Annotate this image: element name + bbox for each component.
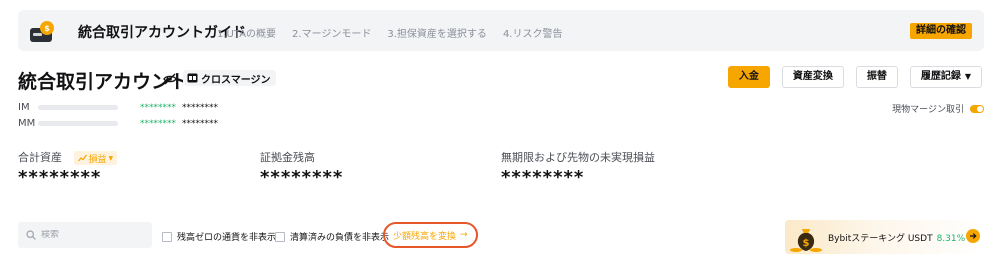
promo-rate: 8.31% bbox=[936, 234, 966, 244]
convert-button[interactable]: 資産変換 bbox=[781, 66, 844, 88]
promo-go-button[interactable] bbox=[966, 229, 980, 243]
mm-label: MM bbox=[18, 118, 36, 129]
margin-balance-label: 証拠金残高 bbox=[260, 151, 315, 164]
unrealized-pnl-label: 無期限および先物の未実現損益 bbox=[501, 151, 655, 164]
unrealized-pnl-value: ******** bbox=[501, 167, 585, 188]
hide-settled-checkbox[interactable] bbox=[275, 231, 285, 242]
total-assets-label: 合計資産 bbox=[18, 151, 62, 164]
promo-text: Bybitステーキング USDT 8.31% bbox=[828, 231, 965, 244]
spot-margin-toggle[interactable] bbox=[970, 104, 984, 113]
deposit-button[interactable]: 入金 bbox=[727, 66, 770, 88]
transfer-button[interactable]: 振替 bbox=[855, 66, 898, 88]
total-assets-value: ******** bbox=[18, 167, 102, 188]
mm-row: MM ******** ******** bbox=[18, 118, 218, 129]
hide-zero-checkbox[interactable] bbox=[162, 231, 172, 242]
im-progress-bar bbox=[38, 105, 118, 110]
im-value: ******** bbox=[140, 102, 176, 113]
guide-banner: $ 統合取引アカウントガイド 1.UTAの概要 2.マージンモード 3.担保資産… bbox=[18, 10, 984, 51]
margin-mode-icon bbox=[187, 73, 198, 83]
guide-steps: 1.UTAの概要 2.マージンモード 3.担保資産を選択する 4.リスク警告 bbox=[217, 25, 562, 40]
guide-step-3[interactable]: 3.担保資産を選択する bbox=[387, 25, 487, 40]
search-input[interactable] bbox=[41, 230, 141, 240]
guide-step-4[interactable]: 4.リスク警告 bbox=[503, 25, 563, 40]
hide-settled-label: 清算済みの負債を非表示 bbox=[290, 233, 390, 243]
guide-coin-icon: $ bbox=[30, 21, 54, 42]
mm-value: ******** bbox=[140, 118, 176, 129]
history-button[interactable]: 履歴記録 ▼ bbox=[909, 66, 982, 88]
search-box[interactable] bbox=[18, 222, 152, 248]
hide-balance-icon[interactable] bbox=[163, 73, 177, 85]
im-amount: ******** bbox=[182, 102, 218, 113]
margin-balance-value: ******** bbox=[260, 167, 344, 188]
hide-zero-label: 残高ゼロの通貨を非表示 bbox=[177, 233, 277, 243]
svg-text:$: $ bbox=[44, 24, 50, 33]
staking-promo-banner[interactable]: $ Bybitステーキング USDT 8.31% bbox=[785, 220, 984, 254]
svg-text:$: $ bbox=[803, 238, 810, 249]
margin-mode-badge[interactable]: クロスマージン bbox=[183, 70, 276, 86]
search-icon bbox=[26, 230, 36, 240]
small-convert-label: 少額残高を変換 bbox=[393, 231, 457, 242]
small-balance-convert-link[interactable]: 少額残高を変換 → bbox=[383, 222, 478, 248]
guide-detail-button[interactable]: 詳細の確認 bbox=[910, 23, 972, 39]
im-label: IM bbox=[18, 102, 30, 113]
hide-zero-option[interactable]: 残高ゼロの通貨を非表示 bbox=[162, 230, 276, 243]
pnl-chevron-icon: ▼ bbox=[108, 154, 114, 162]
pnl-tag-label: 損益 bbox=[88, 154, 107, 165]
hide-settled-option[interactable]: 清算済みの負債を非表示 bbox=[275, 230, 389, 243]
guide-step-1[interactable]: 1.UTAの概要 bbox=[217, 25, 276, 40]
promo-title: Bybitステーキング USDT bbox=[828, 234, 933, 244]
chevron-down-icon: ▼ bbox=[964, 72, 971, 81]
arrow-right-icon: → bbox=[460, 230, 468, 240]
total-assets-label-row: 合計資産 損益 ▼ bbox=[18, 149, 118, 165]
mm-amount: ******** bbox=[182, 118, 218, 129]
mm-progress-bar bbox=[38, 121, 118, 126]
money-bag-icon: $ bbox=[790, 229, 822, 252]
spot-margin-setting: 現物マージン取引 bbox=[892, 102, 984, 115]
spot-margin-label: 現物マージン取引 bbox=[892, 105, 964, 115]
pnl-tag[interactable]: 損益 ▼ bbox=[73, 151, 118, 165]
margin-mode-label: クロスマージン bbox=[201, 74, 271, 86]
guide-step-2[interactable]: 2.マージンモード bbox=[292, 25, 371, 40]
account-actions: 入金 資産変換 振替 履歴記録 ▼ bbox=[727, 66, 982, 88]
arrow-right-icon bbox=[970, 233, 977, 239]
history-label: 履歴記録 bbox=[920, 71, 961, 82]
chart-trend-icon bbox=[77, 154, 87, 162]
im-row: IM ******** ******** bbox=[18, 102, 218, 113]
